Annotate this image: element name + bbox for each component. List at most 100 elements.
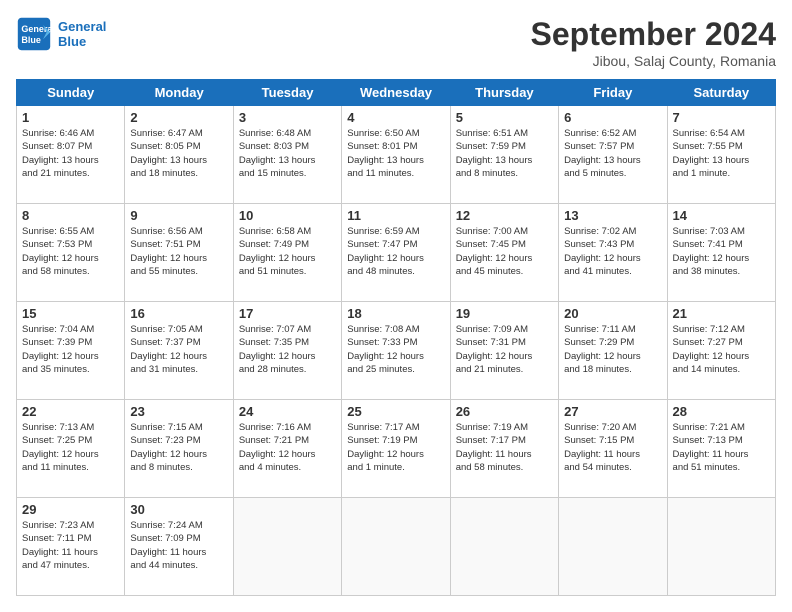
calendar-cell: [342, 498, 450, 596]
day-info: Sunrise: 7:09 AM Sunset: 7:31 PM Dayligh…: [456, 323, 553, 376]
calendar-cell: 16 Sunrise: 7:05 AM Sunset: 7:37 PM Dayli…: [125, 302, 233, 400]
calendar-cell: [450, 498, 558, 596]
day-info: Sunrise: 7:13 AM Sunset: 7:25 PM Dayligh…: [22, 421, 119, 474]
calendar-cell: 18 Sunrise: 7:08 AM Sunset: 7:33 PM Dayli…: [342, 302, 450, 400]
day-info: Sunrise: 6:56 AM Sunset: 7:51 PM Dayligh…: [130, 225, 227, 278]
day-number: 29: [22, 502, 119, 517]
calendar-cell: 19 Sunrise: 7:09 AM Sunset: 7:31 PM Dayli…: [450, 302, 558, 400]
day-info: Sunrise: 7:05 AM Sunset: 7:37 PM Dayligh…: [130, 323, 227, 376]
weekday-header: Tuesday: [233, 80, 341, 106]
day-info: Sunrise: 6:52 AM Sunset: 7:57 PM Dayligh…: [564, 127, 661, 180]
calendar-week-row: 8 Sunrise: 6:55 AM Sunset: 7:53 PM Daylig…: [17, 204, 776, 302]
day-number: 30: [130, 502, 227, 517]
day-info: Sunrise: 6:51 AM Sunset: 7:59 PM Dayligh…: [456, 127, 553, 180]
calendar-cell: 22 Sunrise: 7:13 AM Sunset: 7:25 PM Dayli…: [17, 400, 125, 498]
day-number: 2: [130, 110, 227, 125]
day-number: 25: [347, 404, 444, 419]
location-subtitle: Jibou, Salaj County, Romania: [531, 53, 776, 69]
calendar-cell: 6 Sunrise: 6:52 AM Sunset: 7:57 PM Daylig…: [559, 106, 667, 204]
calendar-table: SundayMondayTuesdayWednesdayThursdayFrid…: [16, 79, 776, 596]
day-number: 4: [347, 110, 444, 125]
weekday-header: Friday: [559, 80, 667, 106]
calendar-cell: 3 Sunrise: 6:48 AM Sunset: 8:03 PM Daylig…: [233, 106, 341, 204]
calendar-cell: 7 Sunrise: 6:54 AM Sunset: 7:55 PM Daylig…: [667, 106, 775, 204]
day-number: 8: [22, 208, 119, 223]
weekday-header: Thursday: [450, 80, 558, 106]
weekday-header: Saturday: [667, 80, 775, 106]
calendar-cell: 20 Sunrise: 7:11 AM Sunset: 7:29 PM Dayli…: [559, 302, 667, 400]
calendar-cell: 12 Sunrise: 7:00 AM Sunset: 7:45 PM Dayli…: [450, 204, 558, 302]
calendar-cell: 9 Sunrise: 6:56 AM Sunset: 7:51 PM Daylig…: [125, 204, 233, 302]
calendar-cell: [559, 498, 667, 596]
day-number: 10: [239, 208, 336, 223]
day-number: 22: [22, 404, 119, 419]
day-number: 3: [239, 110, 336, 125]
calendar-cell: 23 Sunrise: 7:15 AM Sunset: 7:23 PM Dayli…: [125, 400, 233, 498]
day-info: Sunrise: 6:50 AM Sunset: 8:01 PM Dayligh…: [347, 127, 444, 180]
header: General Blue General Blue September 2024…: [16, 16, 776, 69]
day-number: 11: [347, 208, 444, 223]
day-info: Sunrise: 7:00 AM Sunset: 7:45 PM Dayligh…: [456, 225, 553, 278]
day-info: Sunrise: 7:16 AM Sunset: 7:21 PM Dayligh…: [239, 421, 336, 474]
calendar-body: 1Sunrise: 6:46 AM Sunset: 8:07 PM Daylig…: [17, 106, 776, 596]
day-number: 15: [22, 306, 119, 321]
calendar-cell: 10 Sunrise: 6:58 AM Sunset: 7:49 PM Dayli…: [233, 204, 341, 302]
day-info: Sunrise: 7:08 AM Sunset: 7:33 PM Dayligh…: [347, 323, 444, 376]
calendar-week-row: 1Sunrise: 6:46 AM Sunset: 8:07 PM Daylig…: [17, 106, 776, 204]
svg-text:Blue: Blue: [21, 35, 41, 45]
logo-text: General Blue: [58, 19, 106, 49]
day-number: 27: [564, 404, 661, 419]
day-info: Sunrise: 6:54 AM Sunset: 7:55 PM Dayligh…: [673, 127, 770, 180]
calendar-cell: 15Sunrise: 7:04 AM Sunset: 7:39 PM Dayli…: [17, 302, 125, 400]
day-info: Sunrise: 7:15 AM Sunset: 7:23 PM Dayligh…: [130, 421, 227, 474]
calendar-cell: 21Sunrise: 7:12 AM Sunset: 7:27 PM Dayli…: [667, 302, 775, 400]
day-number: 23: [130, 404, 227, 419]
day-number: 26: [456, 404, 553, 419]
day-info: Sunrise: 7:07 AM Sunset: 7:35 PM Dayligh…: [239, 323, 336, 376]
day-number: 6: [564, 110, 661, 125]
day-number: 19: [456, 306, 553, 321]
day-number: 17: [239, 306, 336, 321]
day-info: Sunrise: 6:55 AM Sunset: 7:53 PM Dayligh…: [22, 225, 119, 278]
calendar-cell: 25 Sunrise: 7:17 AM Sunset: 7:19 PM Dayli…: [342, 400, 450, 498]
day-number: 13: [564, 208, 661, 223]
logo-icon: General Blue: [16, 16, 52, 52]
day-number: 28: [673, 404, 770, 419]
page: General Blue General Blue September 2024…: [0, 0, 792, 612]
calendar-cell: 28Sunrise: 7:21 AM Sunset: 7:13 PM Dayli…: [667, 400, 775, 498]
calendar-week-row: 15Sunrise: 7:04 AM Sunset: 7:39 PM Dayli…: [17, 302, 776, 400]
day-number: 18: [347, 306, 444, 321]
day-info: Sunrise: 6:48 AM Sunset: 8:03 PM Dayligh…: [239, 127, 336, 180]
day-info: Sunrise: 7:23 AM Sunset: 7:11 PM Dayligh…: [22, 519, 119, 572]
calendar-week-row: 29 Sunrise: 7:23 AM Sunset: 7:11 PM Dayli…: [17, 498, 776, 596]
day-info: Sunrise: 6:58 AM Sunset: 7:49 PM Dayligh…: [239, 225, 336, 278]
calendar-cell: 2 Sunrise: 6:47 AM Sunset: 8:05 PM Daylig…: [125, 106, 233, 204]
day-number: 20: [564, 306, 661, 321]
weekday-header: Sunday: [17, 80, 125, 106]
calendar-cell: [667, 498, 775, 596]
calendar-cell: 4 Sunrise: 6:50 AM Sunset: 8:01 PM Daylig…: [342, 106, 450, 204]
calendar-cell: 29 Sunrise: 7:23 AM Sunset: 7:11 PM Dayli…: [17, 498, 125, 596]
day-number: 16: [130, 306, 227, 321]
day-number: 7: [673, 110, 770, 125]
day-info: Sunrise: 7:02 AM Sunset: 7:43 PM Dayligh…: [564, 225, 661, 278]
day-number: 24: [239, 404, 336, 419]
day-info: Sunrise: 7:20 AM Sunset: 7:15 PM Dayligh…: [564, 421, 661, 474]
day-info: Sunrise: 7:17 AM Sunset: 7:19 PM Dayligh…: [347, 421, 444, 474]
calendar-cell: 1Sunrise: 6:46 AM Sunset: 8:07 PM Daylig…: [17, 106, 125, 204]
weekday-header: Wednesday: [342, 80, 450, 106]
day-number: 21: [673, 306, 770, 321]
day-info: Sunrise: 7:03 AM Sunset: 7:41 PM Dayligh…: [673, 225, 770, 278]
day-info: Sunrise: 6:59 AM Sunset: 7:47 PM Dayligh…: [347, 225, 444, 278]
day-number: 9: [130, 208, 227, 223]
calendar-week-row: 22 Sunrise: 7:13 AM Sunset: 7:25 PM Dayli…: [17, 400, 776, 498]
day-info: Sunrise: 6:47 AM Sunset: 8:05 PM Dayligh…: [130, 127, 227, 180]
day-info: Sunrise: 7:11 AM Sunset: 7:29 PM Dayligh…: [564, 323, 661, 376]
calendar-cell: 27 Sunrise: 7:20 AM Sunset: 7:15 PM Dayli…: [559, 400, 667, 498]
day-number: 12: [456, 208, 553, 223]
calendar-cell: 8 Sunrise: 6:55 AM Sunset: 7:53 PM Daylig…: [17, 204, 125, 302]
weekday-header: Monday: [125, 80, 233, 106]
day-number: 5: [456, 110, 553, 125]
day-number: 1: [22, 110, 119, 125]
weekday-header-row: SundayMondayTuesdayWednesdayThursdayFrid…: [17, 80, 776, 106]
